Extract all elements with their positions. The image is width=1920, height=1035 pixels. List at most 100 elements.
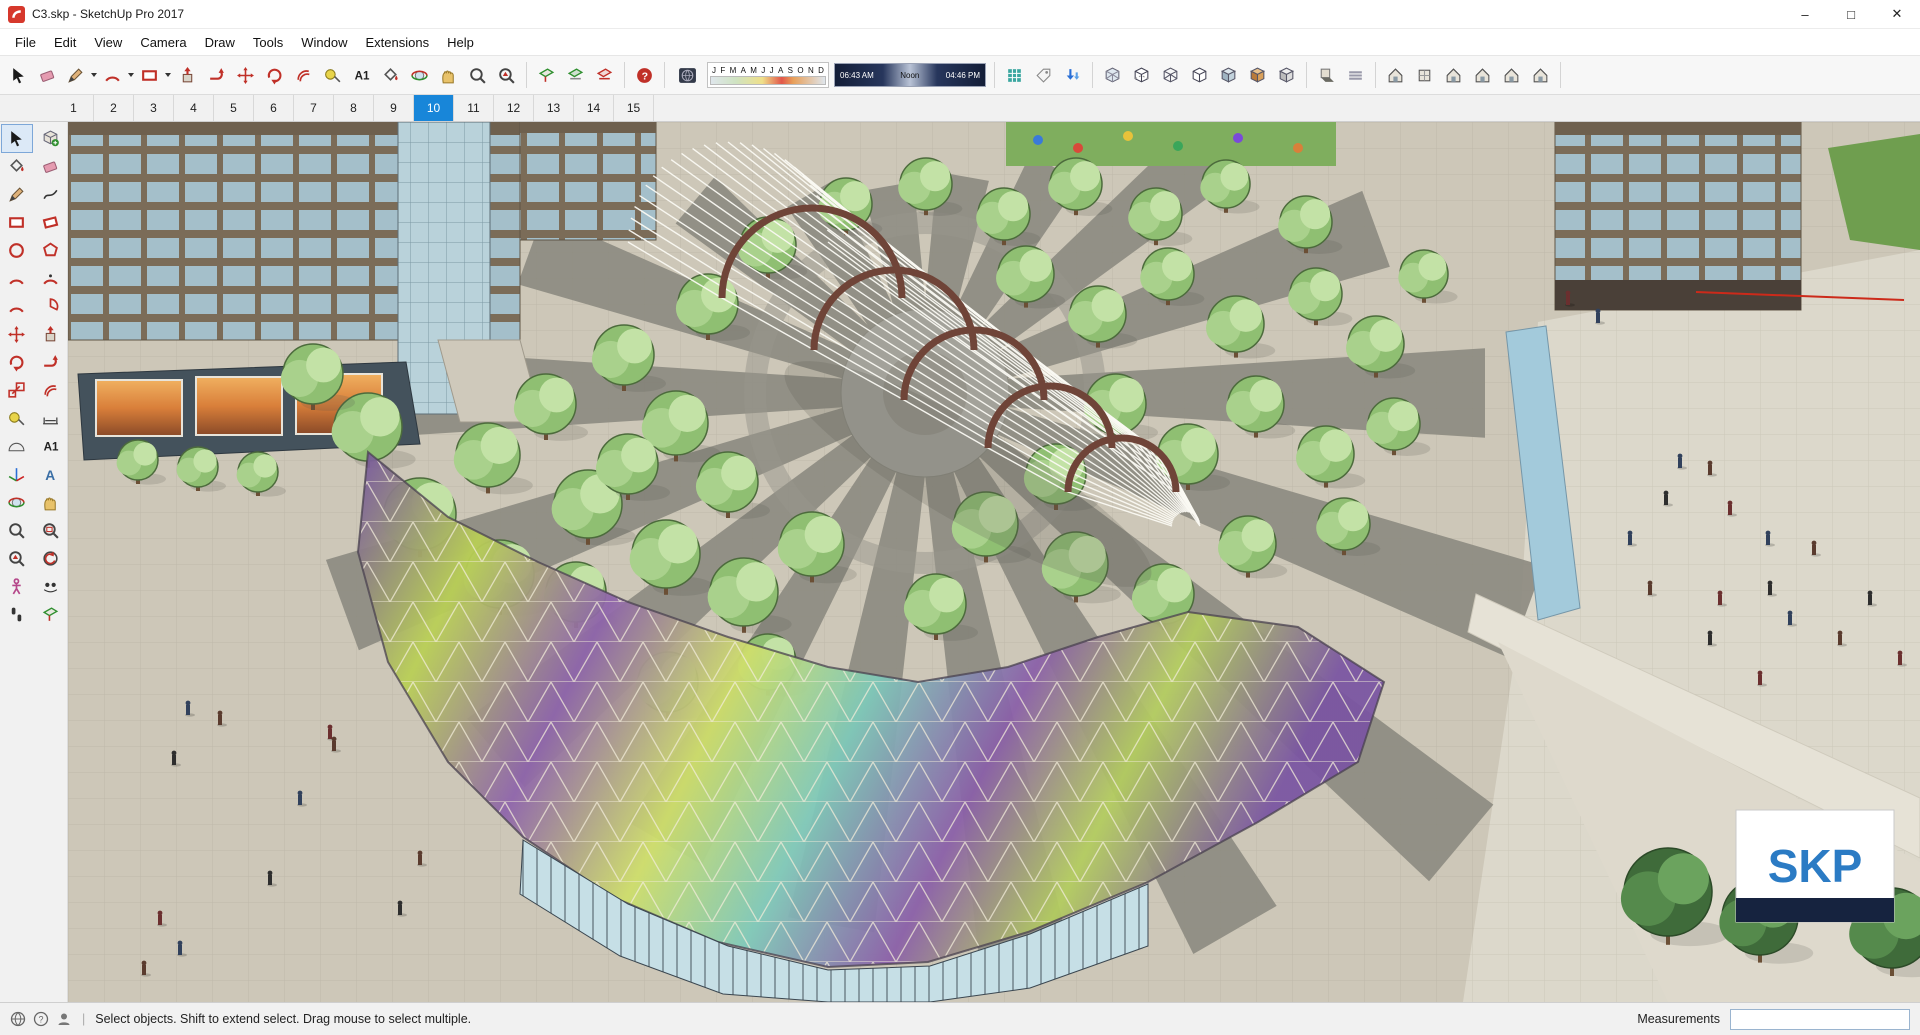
paint-bucket-tool[interactable] xyxy=(376,60,405,90)
menu-help[interactable]: Help xyxy=(438,29,483,55)
dropdown-caret-icon[interactable] xyxy=(91,73,97,77)
front-view[interactable] xyxy=(1439,60,1468,90)
move-tool[interactable] xyxy=(231,60,260,90)
pie-tool[interactable] xyxy=(35,293,65,320)
iso-view[interactable] xyxy=(1381,60,1410,90)
3d-text-tool[interactable]: A xyxy=(35,461,65,488)
tape-measure-tool[interactable] xyxy=(2,405,32,432)
scene-tab-2[interactable]: 2 xyxy=(94,95,134,121)
billboard-screen[interactable] xyxy=(195,376,283,436)
display-section-cuts-toggle[interactable] xyxy=(590,60,619,90)
offset-tool[interactable] xyxy=(289,60,318,90)
axes-tool[interactable] xyxy=(2,461,32,488)
scene-tab-15[interactable]: 15 xyxy=(614,95,654,121)
scene-tab-9[interactable]: 9 xyxy=(374,95,414,121)
zoom-tool[interactable] xyxy=(2,517,32,544)
menu-edit[interactable]: Edit xyxy=(45,29,85,55)
previous-view-tool[interactable] xyxy=(35,545,65,572)
follow-me-tool[interactable] xyxy=(35,349,65,376)
make-component-tool[interactable] xyxy=(35,125,65,152)
move-tool[interactable] xyxy=(2,321,32,348)
scene-tab-12[interactable]: 12 xyxy=(494,95,534,121)
position-camera-tool[interactable] xyxy=(2,573,32,600)
menu-file[interactable]: File xyxy=(6,29,45,55)
three-point-arc-tool[interactable] xyxy=(2,293,32,320)
paint-bucket-tool[interactable] xyxy=(2,153,32,180)
eraser-tool[interactable] xyxy=(33,60,62,90)
measurements-input[interactable] xyxy=(1730,1008,1910,1030)
select-tool[interactable] xyxy=(4,60,33,90)
scene-tab-3[interactable]: 3 xyxy=(134,95,174,121)
freehand-tool[interactable] xyxy=(35,181,65,208)
back-edges-mode[interactable] xyxy=(1127,60,1156,90)
pan-tool[interactable] xyxy=(35,489,65,516)
model-viewport[interactable]: SKP xyxy=(68,122,1920,1002)
rectangle-tool[interactable] xyxy=(136,60,173,90)
menu-camera[interactable]: Camera xyxy=(131,29,195,55)
section-plane-tool[interactable] xyxy=(532,60,561,90)
left-view[interactable] xyxy=(1526,60,1555,90)
scene-tab-1[interactable]: 1 xyxy=(54,95,94,121)
shaded-mode[interactable] xyxy=(1214,60,1243,90)
rotated-rectangle-tool[interactable] xyxy=(35,209,65,236)
wireframe-mode[interactable] xyxy=(1156,60,1185,90)
scene-tab-8[interactable]: 8 xyxy=(334,95,374,121)
zoom-window-tool[interactable] xyxy=(35,517,65,544)
push-pull-tool[interactable] xyxy=(35,321,65,348)
playground-strip[interactable] xyxy=(1006,122,1336,166)
menu-view[interactable]: View xyxy=(85,29,131,55)
menu-extensions[interactable]: Extensions xyxy=(357,29,439,55)
import-icon[interactable] xyxy=(1058,60,1087,90)
menu-draw[interactable]: Draw xyxy=(196,29,244,55)
scene-tab-14[interactable]: 14 xyxy=(574,95,614,121)
line-tool[interactable] xyxy=(2,181,32,208)
pan-tool[interactable] xyxy=(434,60,463,90)
layers-panel-icon[interactable] xyxy=(1000,60,1029,90)
fog-toggle[interactable] xyxy=(1341,60,1370,90)
offset-tool[interactable] xyxy=(35,377,65,404)
eraser-tool[interactable] xyxy=(35,153,65,180)
follow-me-tool[interactable] xyxy=(202,60,231,90)
xray-mode[interactable] xyxy=(1098,60,1127,90)
shadow-time-strip[interactable]: 06:43 AM Noon 04:46 PM xyxy=(834,63,986,87)
viewport-container[interactable]: SKP xyxy=(68,122,1920,1002)
arc-tool[interactable] xyxy=(99,60,136,90)
monochrome-mode[interactable] xyxy=(1272,60,1301,90)
text-tool[interactable]: A1 xyxy=(35,433,65,460)
select-tool[interactable] xyxy=(0,124,33,153)
dropdown-caret-icon[interactable] xyxy=(128,73,134,77)
scene-tab-10[interactable]: 10 xyxy=(414,95,454,121)
help-icon[interactable]: ? xyxy=(33,1011,49,1027)
zoom-extents-tool[interactable] xyxy=(492,60,521,90)
hidden-line-mode[interactable] xyxy=(1185,60,1214,90)
tag-icon[interactable] xyxy=(1029,60,1058,90)
model-warning-badge[interactable]: ? xyxy=(630,60,659,90)
scale-tool[interactable] xyxy=(2,377,32,404)
text-tool[interactable]: A1 xyxy=(347,60,376,90)
look-around-tool[interactable] xyxy=(35,573,65,600)
orbit-tool[interactable] xyxy=(405,60,434,90)
push-pull-tool[interactable] xyxy=(173,60,202,90)
billboard-screen[interactable] xyxy=(95,379,183,437)
scene-tab-4[interactable]: 4 xyxy=(174,95,214,121)
shadow-settings-button[interactable] xyxy=(673,60,702,90)
building-top-right[interactable] xyxy=(1554,122,1802,311)
circle-tool[interactable] xyxy=(2,237,32,264)
zoom-extents-tool[interactable] xyxy=(2,545,32,572)
zoom-tool[interactable] xyxy=(463,60,492,90)
two-point-arc-tool[interactable] xyxy=(2,265,32,292)
tape-measure-tool[interactable] xyxy=(318,60,347,90)
dropdown-caret-icon[interactable] xyxy=(165,73,171,77)
rectangle-tool[interactable] xyxy=(2,209,32,236)
back-view[interactable] xyxy=(1497,60,1526,90)
scene-tab-6[interactable]: 6 xyxy=(254,95,294,121)
close-button[interactable]: ✕ xyxy=(1874,0,1920,28)
geolocation-icon[interactable] xyxy=(10,1011,26,1027)
walk-tool[interactable] xyxy=(2,601,32,628)
polygon-tool[interactable] xyxy=(35,237,65,264)
shadow-month-slider[interactable] xyxy=(710,75,826,85)
menu-tools[interactable]: Tools xyxy=(244,29,292,55)
dimension-tool[interactable] xyxy=(35,405,65,432)
rotate-tool[interactable] xyxy=(260,60,289,90)
scene-tab-13[interactable]: 13 xyxy=(534,95,574,121)
